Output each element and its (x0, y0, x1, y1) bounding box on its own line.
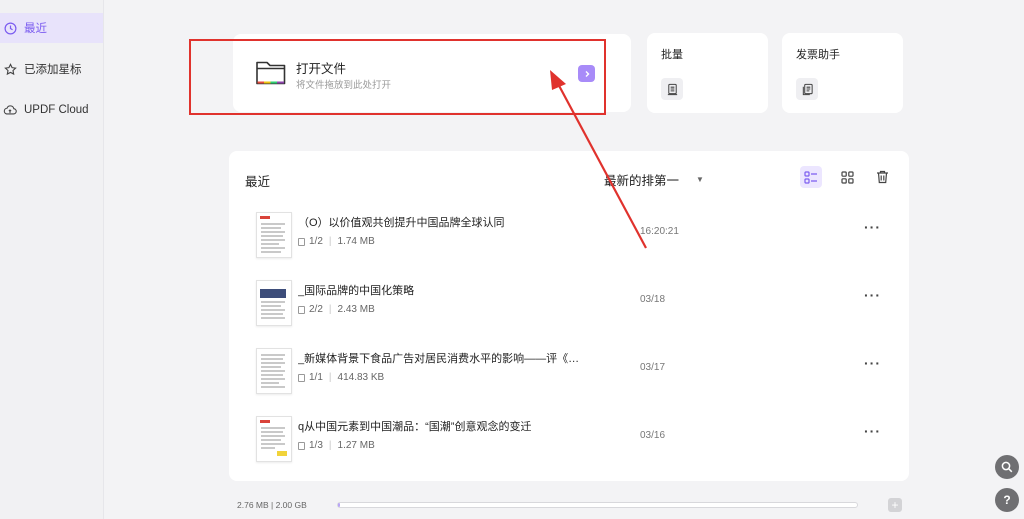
invoice-assistant-card[interactable]: 发票助手 (782, 33, 903, 113)
invoice-icon (796, 78, 818, 100)
storage-usage-text: 2.76 MB | 2.00 GB (237, 500, 307, 510)
star-icon (3, 62, 17, 76)
storage-progress-bar (337, 502, 858, 508)
more-options-icon[interactable]: ··· (864, 287, 881, 303)
question-icon: ? (1003, 493, 1011, 507)
file-date: 03/18 (640, 294, 666, 305)
file-meta: 1/2 | 1.74 MB (298, 236, 375, 247)
chevron-right-icon (585, 70, 589, 77)
batch-icon (661, 78, 683, 100)
file-thumbnail (256, 416, 292, 462)
file-row[interactable]: _新媒体背景下食品广告对居民消费水平的影响——评《食品广… 1/1 | 414.… (229, 341, 909, 401)
file-row[interactable]: （O）以价值观共创提升中国品牌全球认同 1/2 | 1.74 MB 16:20:… (229, 205, 909, 265)
search-button[interactable] (995, 455, 1019, 479)
file-thumbnail (256, 280, 292, 326)
file-name: q从中国元素到中国潮品：“国潮”创意观念的变迁 (298, 421, 532, 433)
delete-button[interactable] (871, 166, 893, 188)
list-view-button[interactable] (800, 166, 822, 188)
page-icon (298, 237, 305, 246)
file-row[interactable]: _国际品牌的中国化策略 2/2 | 2.43 MB 03/18 ··· (229, 273, 909, 333)
file-size: 2.43 MB (337, 304, 375, 315)
invoice-assistant-label: 发票助手 (796, 49, 840, 61)
file-row[interactable]: q从中国元素到中国潮品：“国潮”创意观念的变迁 1/3 | 1.27 MB 03… (229, 409, 909, 469)
file-pages: 1/2 (309, 236, 323, 247)
caret-down-icon: ▼ (696, 175, 704, 184)
more-options-icon[interactable]: ··· (864, 219, 881, 235)
file-size: 414.83 KB (337, 372, 385, 383)
file-pages: 2/2 (309, 304, 323, 315)
page-icon (298, 305, 305, 314)
list-view-icon (804, 170, 817, 184)
file-date: 03/16 (640, 430, 666, 441)
file-date: 03/17 (640, 362, 666, 373)
search-icon (1001, 461, 1013, 473)
recent-panel: 最近 最新的排第一 ▼ （O）以价值观共创提升中国品牌全球认同 1/2 | 1.… (229, 151, 909, 481)
file-name: _新媒体背景下食品广告对居民消费水平的影响——评《食品广… (298, 353, 590, 365)
sidebar-item-label: UPDF Cloud (24, 104, 89, 116)
sidebar-item-recent[interactable]: 最近 (0, 13, 103, 43)
file-name: （O）以价值观共创提升中国品牌全球认同 (298, 217, 505, 229)
clock-icon (3, 21, 17, 35)
page-icon (298, 373, 305, 382)
grid-view-button[interactable] (836, 166, 858, 188)
open-file-title: 打开文件 (296, 62, 347, 76)
sort-dropdown[interactable]: 最新的排第一 ▼ (604, 170, 704, 189)
file-meta: 1/1 | 414.83 KB (298, 372, 384, 383)
file-size: 1.27 MB (337, 440, 375, 451)
sidebar-item-cloud[interactable]: UPDF Cloud (0, 95, 103, 125)
folder-icon (255, 58, 287, 88)
file-thumbnail (256, 348, 292, 394)
grid-view-icon (840, 170, 854, 184)
help-button[interactable]: ? (995, 488, 1019, 512)
cloud-icon (3, 103, 17, 117)
recent-title: 最近 (245, 175, 271, 189)
sidebar-item-starred[interactable]: 已添加星标 (0, 54, 103, 84)
more-options-icon[interactable]: ··· (864, 355, 881, 371)
sidebar-item-label: 最近 (24, 23, 47, 35)
page-icon (298, 441, 305, 450)
open-file-arrow-button[interactable] (578, 65, 595, 82)
more-options-icon[interactable]: ··· (864, 423, 881, 439)
file-size: 1.74 MB (337, 236, 375, 247)
batch-card[interactable]: 批量 (647, 33, 768, 113)
file-date: 16:20:21 (640, 226, 679, 237)
open-file-subtitle: 将文件拖放到此处打开 (296, 80, 392, 91)
storage-progress-fill (338, 503, 341, 507)
file-pages: 1/3 (309, 440, 323, 451)
file-meta: 2/2 | 2.43 MB (298, 304, 375, 315)
sidebar-item-label: 已添加星标 (24, 64, 82, 76)
file-thumbnail (256, 212, 292, 258)
open-file-card[interactable]: 打开文件 将文件拖放到此处打开 (233, 34, 631, 112)
add-storage-button[interactable]: + (888, 498, 902, 512)
sidebar: 最近 已添加星标 UPDF Cloud (0, 0, 104, 519)
batch-label: 批量 (661, 49, 683, 61)
file-meta: 1/3 | 1.27 MB (298, 440, 375, 451)
trash-icon (876, 170, 888, 184)
file-name: _国际品牌的中国化策略 (298, 285, 415, 297)
sort-label: 最新的排第一 (604, 174, 680, 188)
file-pages: 1/1 (309, 372, 323, 383)
